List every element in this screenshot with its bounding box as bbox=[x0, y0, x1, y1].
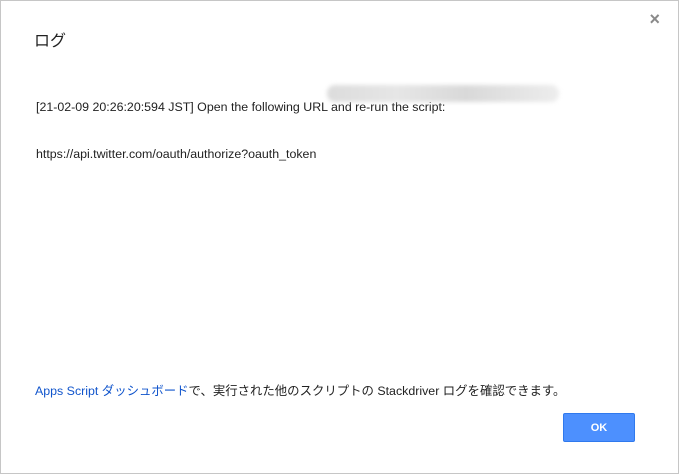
apps-script-dashboard-link[interactable]: Apps Script ダッシュボード bbox=[35, 384, 189, 398]
dialog-title: ログ bbox=[34, 33, 67, 50]
redacted-token-blur bbox=[327, 85, 559, 102]
log-url-line: https://api.twitter.com/oauth/authorize?… bbox=[36, 146, 317, 161]
log-line: [21-02-09 20:26:20:594 JST] Open the fol… bbox=[36, 100, 446, 114]
dashboard-hint-text: で、実行された他のスクリプトの Stackdriver ログを確認できます。 bbox=[188, 384, 566, 398]
ok-button[interactable]: OK bbox=[563, 413, 635, 442]
dashboard-hint: Apps Script ダッシュボードで、実行された他のスクリプトの Stack… bbox=[35, 381, 565, 399]
log-dialog: × ログ [21-02-09 20:26:20:594 JST] Open th… bbox=[0, 0, 679, 474]
close-icon[interactable]: × bbox=[649, 10, 660, 28]
